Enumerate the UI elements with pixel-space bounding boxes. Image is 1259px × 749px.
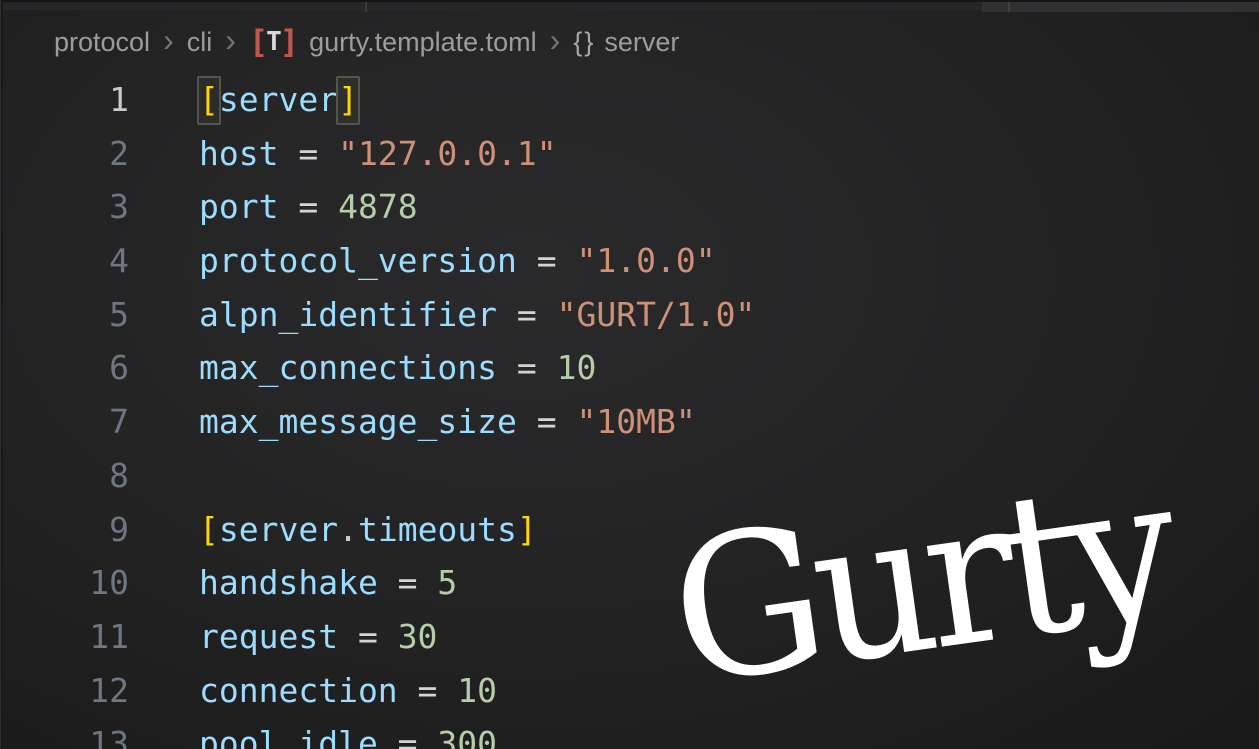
line-number[interactable]: 1	[0, 73, 129, 127]
line-number[interactable]: 12	[0, 664, 129, 718]
line-number[interactable]: 5	[0, 288, 129, 342]
line-number[interactable]: 11	[0, 610, 129, 664]
token-key: request	[199, 617, 338, 656]
code-line[interactable]: 6max_connections = 10	[0, 341, 1259, 395]
code-line[interactable]: 13pool_idle = 300	[0, 717, 1259, 749]
breadcrumb-file-name[interactable]: gurty.template.toml	[309, 27, 537, 58]
tab-separator	[365, 2, 367, 12]
token-num: 10	[557, 348, 597, 387]
code-line-content: max_connections = 10	[129, 341, 596, 395]
breadcrumb-symbol-server[interactable]: server	[604, 27, 679, 58]
token-num: 30	[398, 617, 438, 656]
vscode-editor-window: protocol › cli › [T] gurty.template.toml…	[0, 0, 1259, 749]
toml-file-icon: [T]	[249, 26, 299, 58]
line-number[interactable]: 3	[0, 180, 129, 234]
token-op: =	[517, 402, 577, 441]
token-key: alpn_identifier	[199, 295, 497, 334]
line-number[interactable]: 2	[0, 127, 129, 181]
breadcrumb-folder-cli[interactable]: cli	[187, 27, 213, 58]
code-line[interactable]: 5alpn_identifier = "GURT/1.0"	[0, 288, 1259, 342]
token-key: server	[219, 510, 338, 549]
token-str: "1.0.0"	[577, 241, 716, 280]
token-op: =	[278, 134, 338, 173]
token-op: =	[278, 187, 338, 226]
code-line[interactable]: 3port = 4878	[0, 180, 1259, 234]
token-str: "127.0.0.1"	[338, 134, 557, 173]
chevron-right-icon: ›	[225, 24, 236, 56]
code-line-content: [server]	[129, 73, 358, 127]
token-key: max_message_size	[199, 402, 517, 441]
toml-icon-close-bracket: ]	[280, 26, 299, 58]
token-str: "10MB"	[577, 402, 696, 441]
code-line-content: alpn_identifier = "GURT/1.0"	[129, 288, 755, 342]
token-key: port	[199, 187, 278, 226]
token-op: =	[517, 241, 577, 280]
token-key: max_connections	[199, 348, 497, 387]
token-key: handshake	[199, 563, 378, 602]
token-key: server	[219, 80, 338, 119]
token-op: =	[378, 724, 438, 749]
token-op: =	[378, 563, 438, 602]
code-line[interactable]: 1[server]	[0, 73, 1259, 127]
line-number[interactable]: 4	[0, 234, 129, 288]
token-num: 10	[457, 671, 497, 710]
token-br: [	[199, 510, 219, 549]
token-pu: .	[338, 510, 358, 549]
code-line-content	[129, 449, 199, 503]
token-op: =	[497, 348, 557, 387]
line-number[interactable]: 7	[0, 395, 129, 449]
code-line-content: connection = 10	[129, 664, 497, 718]
line-number[interactable]: 6	[0, 341, 129, 395]
token-key: connection	[199, 671, 398, 710]
line-number[interactable]: 13	[0, 717, 129, 749]
code-line[interactable]: 4protocol_version = "1.0.0"	[0, 234, 1259, 288]
code-line[interactable]: 2host = "127.0.0.1"	[0, 127, 1259, 181]
code-line-content: request = 30	[129, 610, 437, 664]
code-line-content: max_message_size = "10MB"	[129, 395, 696, 449]
chevron-right-icon: ›	[163, 24, 174, 56]
code-line-content: [server.timeouts]	[129, 503, 537, 557]
token-key: timeouts	[358, 510, 517, 549]
token-key: pool_idle	[199, 724, 378, 749]
token-key: protocol_version	[199, 241, 517, 280]
token-num: 300	[437, 724, 497, 749]
line-number[interactable]: 8	[0, 449, 129, 503]
code-line-content: handshake = 5	[129, 556, 457, 610]
token-num: 5	[437, 563, 457, 602]
inactive-tab-remnant[interactable]	[982, 2, 1259, 12]
token-str: "GURT/1.0"	[557, 295, 756, 334]
line-number[interactable]: 9	[0, 503, 129, 557]
code-line-content: pool_idle = 300	[129, 717, 497, 749]
tab-separator	[1008, 2, 1010, 12]
code-line-content: protocol_version = "1.0.0"	[129, 234, 716, 288]
token-op: =	[338, 617, 398, 656]
token-op: =	[398, 671, 458, 710]
token-key: host	[199, 134, 278, 173]
line-number[interactable]: 10	[0, 556, 129, 610]
token-br: ]	[517, 510, 537, 549]
token-br: [	[197, 76, 221, 125]
token-br: ]	[336, 76, 360, 125]
breadcrumb-folder-protocol[interactable]: protocol	[54, 27, 150, 58]
code-line-content: host = "127.0.0.1"	[129, 127, 557, 181]
code-line-content: port = 4878	[129, 180, 418, 234]
tab-bar-remnant[interactable]	[0, 0, 1259, 10]
chevron-right-icon: ›	[550, 24, 561, 56]
token-num: 4878	[338, 187, 417, 226]
breadcrumb: protocol › cli › [T] gurty.template.toml…	[54, 26, 679, 58]
object-symbol-icon: {}	[573, 27, 595, 58]
token-op: =	[497, 295, 557, 334]
